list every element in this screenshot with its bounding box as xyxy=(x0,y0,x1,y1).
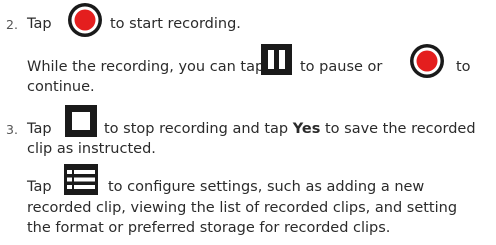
record-icon xyxy=(68,3,102,37)
step-text: to xyxy=(456,59,471,75)
step-text: Tap xyxy=(27,16,52,32)
step-text: clip as instructed. xyxy=(27,141,156,157)
step-text: the format or preferred storage for reco… xyxy=(27,220,391,236)
step-text: Tap xyxy=(27,121,52,137)
step-text: to pause or xyxy=(300,59,383,75)
step-text: continue. xyxy=(27,79,95,95)
step-text: Tap xyxy=(27,179,52,195)
step-text: to start recording. xyxy=(110,16,241,32)
step-text: While the recording, you can tap xyxy=(27,59,265,75)
step-number: 3. xyxy=(6,122,18,137)
step-text: to stop recording and tap Yes to save th… xyxy=(104,121,476,137)
menu-icon xyxy=(64,164,98,195)
record-icon xyxy=(410,44,444,78)
step-text: to configure settings, such as adding a … xyxy=(108,179,425,195)
pause-icon xyxy=(261,44,292,75)
stop-icon xyxy=(65,105,97,137)
step-number: 2. xyxy=(6,17,18,32)
step-text: recorded clip, viewing the list of recor… xyxy=(27,200,458,216)
